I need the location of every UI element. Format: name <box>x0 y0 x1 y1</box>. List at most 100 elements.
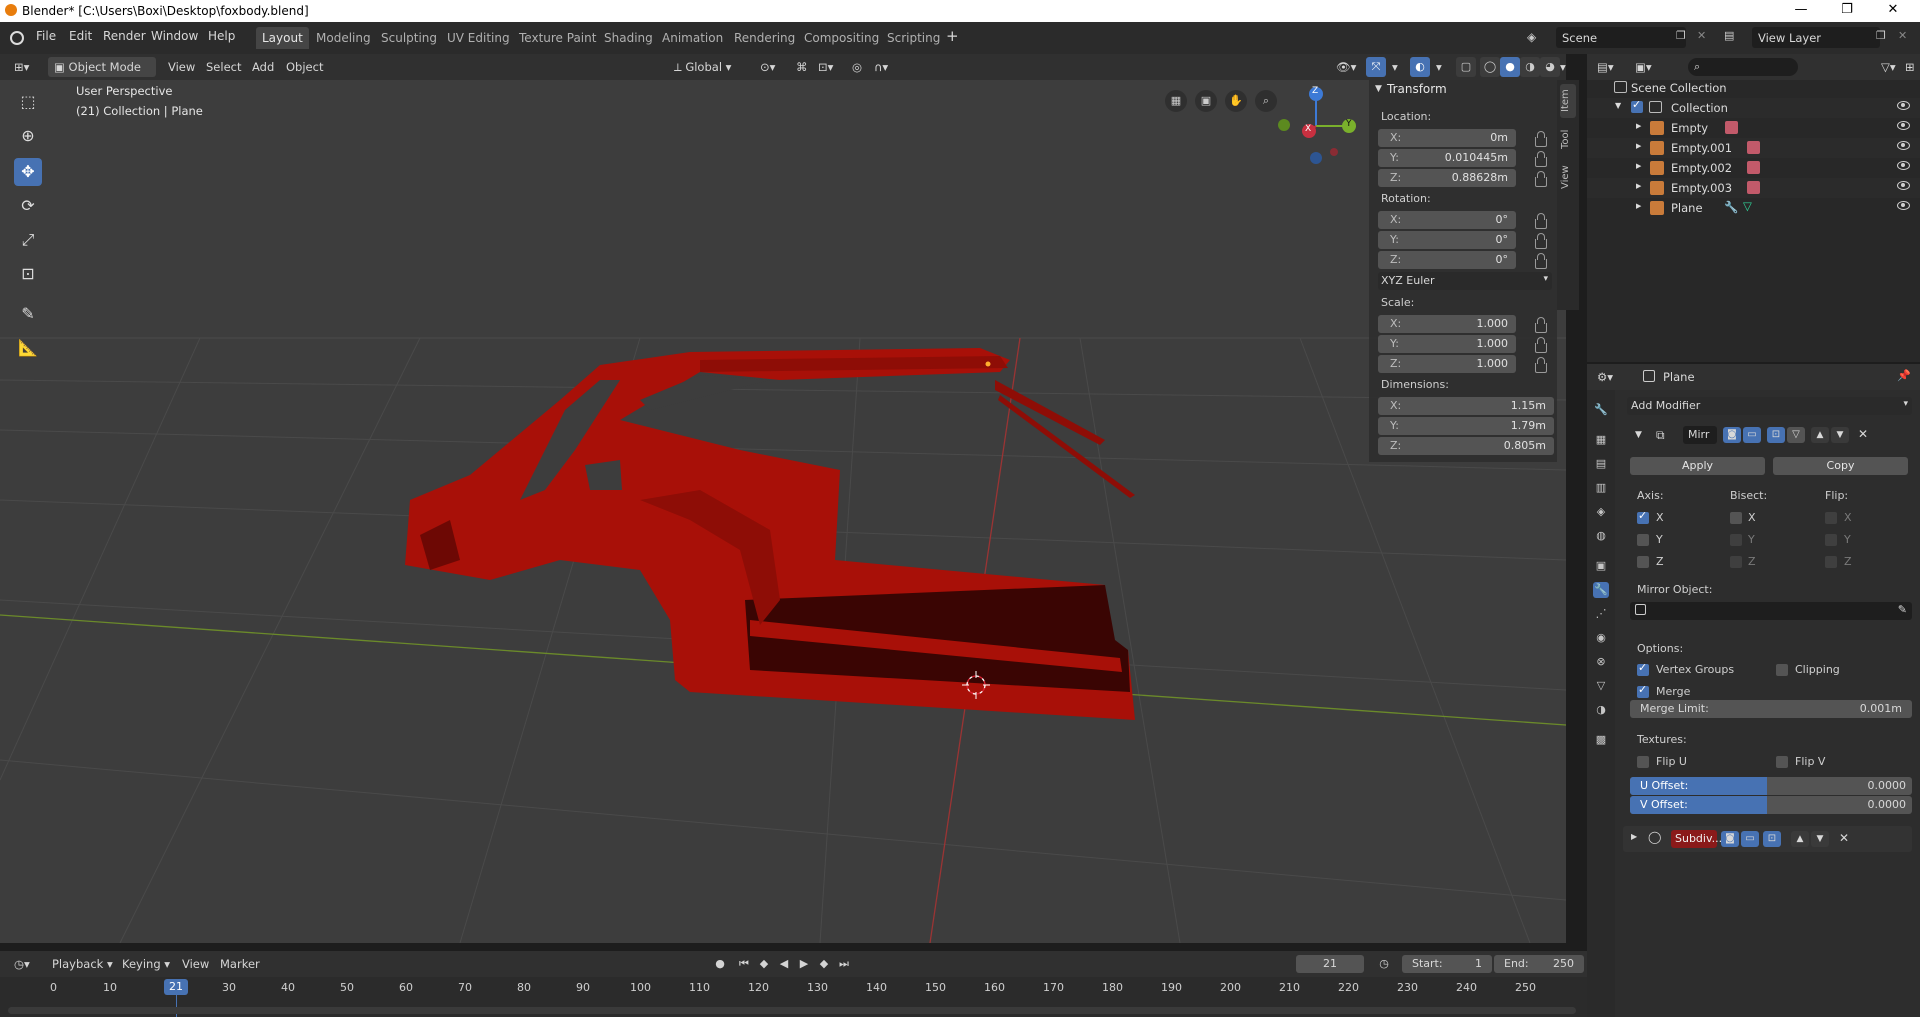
new-collection-icon[interactable]: ⊞ <box>1899 57 1920 77</box>
axis-y-checkbox[interactable] <box>1637 534 1649 546</box>
rotation-mode-selector[interactable]: XYZ Euler ▾ <box>1378 272 1552 290</box>
dimensions-y-field[interactable]: Y: 1.79m <box>1378 417 1554 435</box>
timeline[interactable]: 0 10 21 30 40 50 60 70 80 90 100 110 120… <box>0 977 1587 1017</box>
scale-tool-icon[interactable]: ⤢ <box>14 226 42 254</box>
tab-compositing[interactable]: Compositing <box>798 27 885 49</box>
start-frame-field[interactable]: Start: 1 <box>1402 955 1492 973</box>
outliner-editor-type-icon[interactable]: ▤▾ <box>1591 57 1620 77</box>
jump-end-icon[interactable]: ⏭ <box>836 956 852 972</box>
pin-icon[interactable]: 📌 <box>1897 369 1911 382</box>
orientation-selector[interactable]: ⟂ Global ▾ <box>668 57 748 77</box>
scene-icon[interactable]: ◈ <box>1593 504 1609 520</box>
minimize-button[interactable]: — <box>1778 0 1824 22</box>
editor-type-icon[interactable]: ⊞▾ <box>8 57 35 77</box>
add-menu[interactable]: Add <box>246 57 280 77</box>
flip-u-checkbox[interactable] <box>1637 756 1649 768</box>
scene-selector[interactable]: Scene <box>1556 27 1686 48</box>
material-icon[interactable]: ◑ <box>1593 702 1609 718</box>
add-modifier-dropdown[interactable]: Add Modifier ▾ <box>1627 397 1912 415</box>
move-up-icon[interactable]: ▲ <box>1811 427 1829 443</box>
lock-icon[interactable] <box>1535 357 1547 373</box>
constraints-icon[interactable]: ⊗ <box>1593 654 1609 670</box>
transform-tool-icon[interactable]: ⊡ <box>14 260 42 288</box>
dimensions-z-field[interactable]: Z: 0.805m <box>1378 437 1554 455</box>
next-keyframe-icon[interactable]: ◆ <box>816 956 832 972</box>
clock-icon[interactable]: ◷ <box>1376 956 1392 972</box>
flip-z-checkbox[interactable] <box>1825 556 1837 568</box>
proportional-edit-icon[interactable]: ◎ <box>846 57 868 77</box>
collapse-icon[interactable]: ▼ <box>1635 430 1642 440</box>
outliner-row-plane[interactable]: ▶ Plane 🔧 ▽ <box>1587 198 1920 218</box>
bisect-y-checkbox[interactable] <box>1730 534 1742 546</box>
flip-v-checkbox[interactable] <box>1776 756 1788 768</box>
camera-icon[interactable]: ◙ <box>1723 427 1741 443</box>
add-workspace-button[interactable]: + <box>946 27 959 45</box>
expand-icon[interactable]: ▼ <box>1615 101 1621 110</box>
current-frame-field[interactable]: 21 <box>1296 955 1364 973</box>
texture-icon[interactable]: ▩ <box>1593 732 1609 748</box>
view-menu[interactable]: View <box>162 57 201 77</box>
mirror-object-field[interactable]: ✎ <box>1630 602 1912 620</box>
move-down-icon[interactable]: ▼ <box>1831 427 1849 443</box>
physics-icon[interactable]: ◉ <box>1593 630 1609 646</box>
shading-menu-icon[interactable]: ▾ <box>1558 57 1568 77</box>
dimensions-x-field[interactable]: X: 1.15m <box>1378 397 1554 415</box>
menu-help[interactable]: Help <box>208 29 235 43</box>
edit-mode-icon[interactable]: ⊡ <box>1763 831 1781 847</box>
tab-uv-editing[interactable]: UV Editing <box>441 27 516 49</box>
menu-render[interactable]: Render <box>103 29 146 43</box>
outliner-row-empty-001[interactable]: ▶ Empty.001 <box>1587 138 1920 158</box>
outliner-row-empty-002[interactable]: ▶ Empty.002 <box>1587 158 1920 178</box>
timeline-editor-type-icon[interactable]: ◷▾ <box>8 954 36 974</box>
remove-modifier-icon[interactable]: ✕ <box>1858 427 1868 441</box>
jump-start-icon[interactable]: ⏮ <box>736 956 752 972</box>
tab-item[interactable]: Item <box>1560 84 1576 118</box>
tab-animation[interactable]: Animation <box>656 27 729 49</box>
rotation-x-field[interactable]: X: 0° <box>1378 211 1516 229</box>
u-offset-slider[interactable]: U Offset: 0.0000 <box>1630 777 1912 795</box>
properties-editor-type-icon[interactable]: ⚙▾ <box>1591 367 1619 387</box>
scale-z-field[interactable]: Z: 1.000 <box>1378 355 1516 373</box>
menu-edit[interactable]: Edit <box>69 29 92 43</box>
clipping-checkbox[interactable] <box>1776 664 1788 676</box>
expand-icon[interactable]: ▶ <box>1636 202 1641 210</box>
transform-collapse-icon[interactable]: ▼ <box>1375 84 1382 94</box>
eye-icon[interactable] <box>1897 121 1910 130</box>
close-button[interactable]: ✕ <box>1870 0 1916 22</box>
select-menu[interactable]: Select <box>200 57 247 77</box>
move-tool-icon[interactable]: ✥ <box>14 158 42 186</box>
collection-checkbox[interactable] <box>1631 98 1643 113</box>
view-layer-selector[interactable]: View Layer <box>1752 27 1880 48</box>
tab-texture-paint[interactable]: Texture Paint <box>513 27 602 49</box>
subdiv-name-field[interactable]: Subdiv... <box>1671 830 1722 848</box>
outliner-row-collection[interactable]: ▼ Collection <box>1587 98 1920 118</box>
object-menu[interactable]: Object <box>280 57 329 77</box>
expand-icon[interactable]: ▶ <box>1636 122 1641 130</box>
view-menu[interactable]: View <box>176 954 215 974</box>
tab-tool[interactable]: Tool <box>1560 124 1576 154</box>
xray-icon[interactable]: ▢ <box>1456 57 1476 77</box>
lock-icon[interactable] <box>1535 131 1547 147</box>
tab-layout[interactable]: Layout <box>256 27 309 49</box>
pan-hand-icon[interactable]: ✋ <box>1225 90 1247 112</box>
rotate-tool-icon[interactable]: ⟳ <box>14 192 42 220</box>
lock-icon[interactable] <box>1535 151 1547 167</box>
new-scene-icon[interactable]: ❐ <box>1676 29 1686 42</box>
new-view-layer-icon[interactable]: ❐ <box>1876 29 1886 42</box>
tab-modeling[interactable]: Modeling <box>310 27 377 49</box>
display-mode-icon[interactable]: ▣▾ <box>1629 57 1658 77</box>
filter-icon[interactable]: ▽▾ <box>1875 57 1902 77</box>
cursor-tool-icon[interactable]: ⊕ <box>14 122 42 150</box>
lock-icon[interactable] <box>1535 233 1547 249</box>
gizmo-menu-icon[interactable]: ▾ <box>1386 57 1404 77</box>
axis-x-checkbox[interactable] <box>1637 509 1649 524</box>
mirror-name-field[interactable]: Mirr <box>1683 426 1717 444</box>
toggle-camera-grid-icon[interactable]: ▦ <box>1165 90 1187 112</box>
camera-view-icon[interactable]: ▣ <box>1195 90 1217 112</box>
axis-z-checkbox[interactable] <box>1637 556 1649 568</box>
remove-modifier-icon[interactable]: ✕ <box>1839 831 1849 845</box>
object-data-icon[interactable]: ▽ <box>1593 678 1609 694</box>
eye-icon[interactable] <box>1897 201 1910 210</box>
solid-shading-icon[interactable]: ● <box>1500 57 1520 77</box>
object-icon[interactable]: ▣ <box>1593 558 1609 574</box>
